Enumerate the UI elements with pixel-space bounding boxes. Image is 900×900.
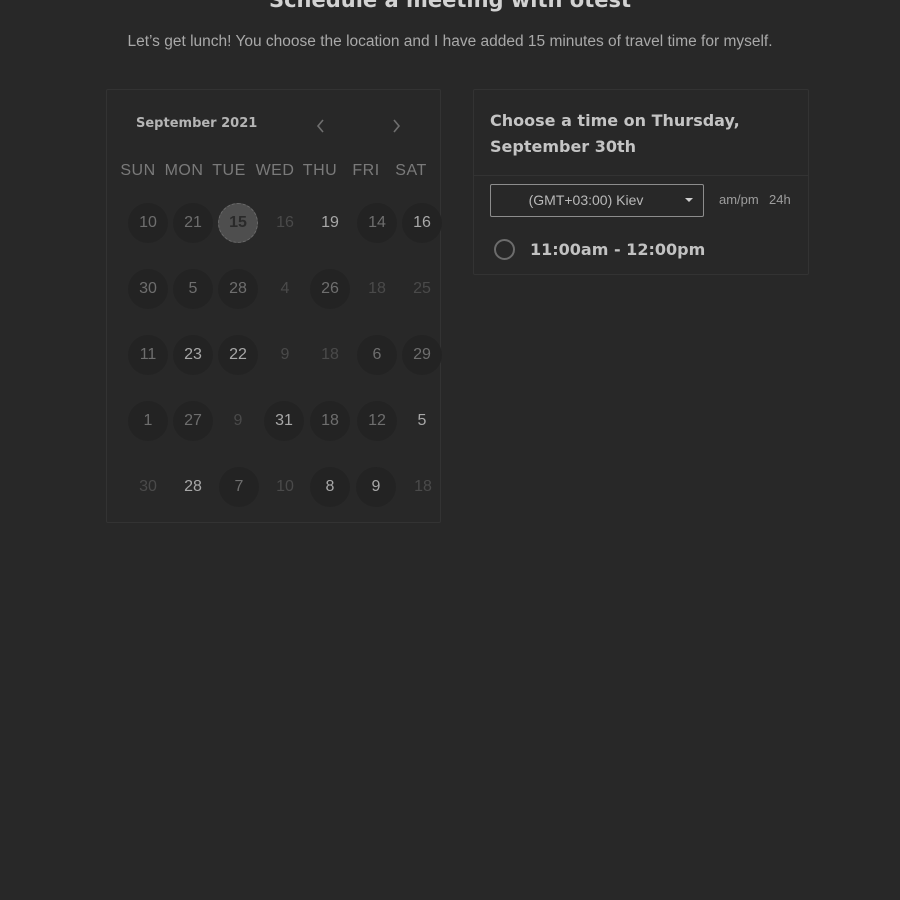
calendar-day: 9 xyxy=(280,346,290,363)
divider xyxy=(474,175,808,176)
page-title: Schedule a meeting with otest xyxy=(268,0,632,12)
calendar-day[interactable]: 1 xyxy=(128,401,168,441)
time-slot-label: 11:00am - 12:00pm xyxy=(530,239,706,259)
calendar-day: 30 xyxy=(139,478,157,495)
calendar-day: 18 xyxy=(321,346,339,363)
calendar-day: 9 xyxy=(233,412,243,429)
ampm-format-toggle[interactable]: am/pm xyxy=(719,192,759,207)
time-selection-card: Choose a time on Thursday, September 30t… xyxy=(473,89,809,275)
calendar-day[interactable]: 18 xyxy=(310,401,350,441)
calendar-day[interactable]: 12 xyxy=(357,401,397,441)
calendar-day[interactable]: 16 xyxy=(402,203,442,243)
scheduling-page: Schedule a meeting with otest Let’s get … xyxy=(0,0,900,900)
timezone-select[interactable]: (GMT+03:00) Kiev xyxy=(490,184,704,217)
calendar-day[interactable]: 28 xyxy=(173,467,213,507)
calendar-day-selected[interactable]: 15 xyxy=(218,203,258,243)
calendar-day[interactable]: 6 xyxy=(357,335,397,375)
calendar-day[interactable]: 21 xyxy=(173,203,213,243)
24h-format-toggle[interactable]: 24h xyxy=(769,192,791,207)
calendar-day[interactable]: 7 xyxy=(219,467,259,507)
time-slot-option[interactable]: 11:00am - 12:00pm xyxy=(494,236,705,262)
calendar-day[interactable]: 31 xyxy=(264,401,304,441)
calendar-day[interactable]: 10 xyxy=(128,203,168,243)
calendar-day[interactable]: 27 xyxy=(173,401,213,441)
calendar-day[interactable]: 22 xyxy=(218,335,258,375)
caret-down-icon xyxy=(685,198,693,202)
calendar-day[interactable]: 5 xyxy=(173,269,213,309)
calendar-day[interactable]: 26 xyxy=(310,269,350,309)
time-selection-heading: Choose a time on Thursday, September 30t… xyxy=(490,111,740,156)
page-subtitle: Let’s get lunch! You choose the location… xyxy=(127,33,773,50)
calendar-day[interactable]: 28 xyxy=(218,269,258,309)
calendar-day[interactable]: 19 xyxy=(310,203,350,243)
calendar-day[interactable]: 30 xyxy=(128,269,168,309)
calendar-day[interactable]: 8 xyxy=(310,467,350,507)
calendar-day[interactable]: 29 xyxy=(402,335,442,375)
calendar-day[interactable]: 23 xyxy=(173,335,213,375)
calendar-day: 10 xyxy=(276,478,294,495)
calendar-day-grid: 10 21 15 16 19 14 16 30 5 28 4 26 18 25 … xyxy=(107,90,442,524)
calendar-day: 18 xyxy=(414,478,432,495)
radio-button[interactable] xyxy=(494,238,515,260)
calendar-day: 4 xyxy=(280,280,290,297)
calendar-day: 18 xyxy=(368,280,386,297)
calendar-day: 16 xyxy=(276,214,294,231)
timezone-value: (GMT+03:00) Kiev xyxy=(528,192,644,208)
calendar-card: September 2021 SUN MON TUE WED THU FRI S… xyxy=(106,89,442,524)
calendar-day[interactable]: 11 xyxy=(128,335,168,375)
calendar-day[interactable]: 5 xyxy=(402,401,442,441)
calendar-day[interactable]: 9 xyxy=(356,467,396,507)
calendar-day: 25 xyxy=(413,280,431,297)
calendar-day[interactable]: 14 xyxy=(357,203,397,243)
